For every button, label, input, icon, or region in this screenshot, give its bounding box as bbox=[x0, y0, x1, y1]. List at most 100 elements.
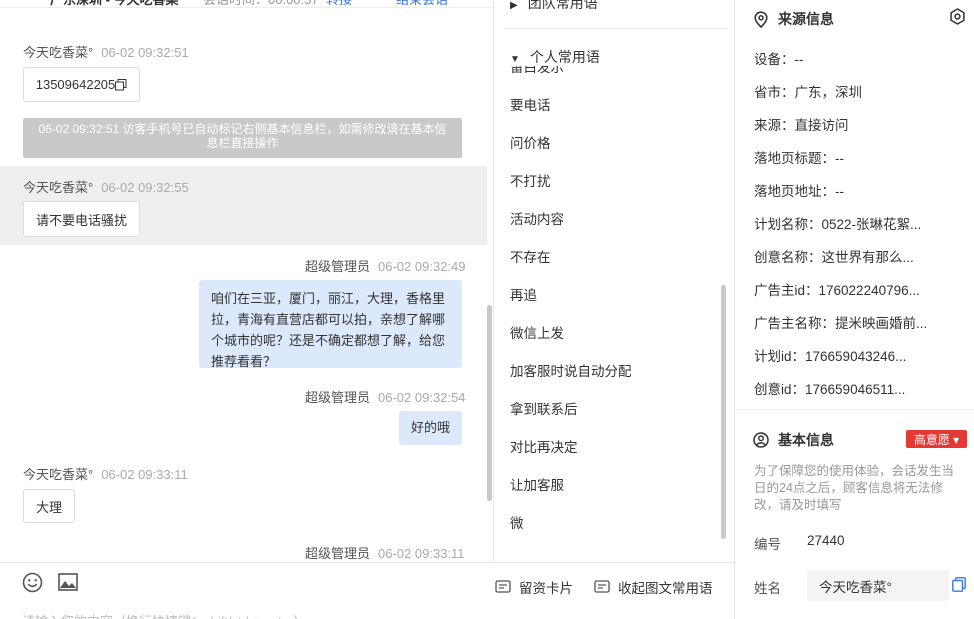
chat-messages[interactable]: 今天吃香菜° 06-02 09:32:51 13509642205 06-02 0… bbox=[0, 8, 487, 562]
message-text: 大理 bbox=[35, 499, 62, 515]
phrase-item[interactable]: 不打扰 bbox=[510, 170, 551, 190]
lead-card-button[interactable]: 留资卡片 bbox=[495, 577, 573, 597]
message-bubble[interactable]: 大理 bbox=[23, 489, 75, 523]
emoji-icon[interactable] bbox=[22, 572, 43, 593]
info-value: 176659046511... bbox=[805, 382, 906, 397]
team-phrases-group[interactable]: ▶ 团队常用语 bbox=[510, 0, 598, 13]
phrase-item[interactable]: 微信上发 bbox=[510, 322, 564, 342]
message-time: 06-02 09:32:55 bbox=[101, 180, 189, 195]
message-text: 咱们在三亚，厦门，丽江，大理，香格里拉，青海有直营店都可以拍，亲想了解哪个城市的… bbox=[211, 291, 446, 369]
phrase-item[interactable]: 让加客服 bbox=[510, 474, 564, 494]
chat-header: ▭ 广东深圳 - 今天吃香菜° 会话时间：00:00:57 转接 结束会话 bbox=[0, 0, 494, 8]
monitor-icon: ▭ bbox=[24, 0, 36, 5]
info-label: 省市： bbox=[754, 85, 795, 100]
message-bubble-phone[interactable]: 13509642205 bbox=[23, 67, 140, 102]
card-icon bbox=[594, 580, 610, 593]
number-label: 编号 bbox=[754, 537, 781, 552]
phrase-item[interactable]: 拿到联系后 bbox=[510, 398, 578, 418]
chat-scrollbar[interactable] bbox=[487, 305, 492, 501]
message-meta: 超级管理员 06-02 09:32:54 bbox=[305, 387, 465, 406]
phrase-item[interactable]: 微 bbox=[510, 512, 524, 532]
info-label: 落地页地址： bbox=[754, 184, 835, 199]
sender-name: 今天吃香菜° bbox=[23, 45, 94, 60]
info-value: 176659043246... bbox=[805, 349, 907, 364]
message-meta: 今天吃香菜° 06-02 09:32:55 bbox=[23, 177, 189, 196]
session-time: 会话时间：00:00:57 bbox=[203, 0, 319, 8]
personal-phrases-group[interactable]: ▼ 个人常用语 bbox=[510, 47, 600, 67]
phrase-item[interactable]: 再追 bbox=[510, 284, 537, 304]
message-time: 06-02 09:33:11 bbox=[101, 467, 188, 482]
caret-right-icon: ▶ bbox=[510, 0, 518, 11]
phrase-item-clipped: 留白发示 bbox=[510, 66, 610, 74]
info-value: 提米映画婚前... bbox=[835, 316, 928, 331]
message-meta: 超级管理员 06-02 09:33:11 bbox=[305, 543, 465, 562]
chat-title: 广东深圳 - 今天吃香菜° bbox=[50, 0, 184, 8]
info-row-creative-id: 创意id：176659046511... bbox=[754, 378, 905, 398]
name-field[interactable]: 今天吃香菜° bbox=[807, 570, 949, 601]
system-notice: 06-02 09:32:51 访客手机号已自动标记右侧基本信息栏，如需修改请在基… bbox=[23, 118, 462, 158]
customer-info-panel: 来源信息 设备：-- 省市：广东，深圳 来源：直接访问 落地页标题：-- 落地页… bbox=[735, 0, 974, 619]
transfer-button[interactable]: 转接 bbox=[326, 0, 352, 8]
settings-icon[interactable] bbox=[949, 8, 966, 25]
message-time: 06-02 09:33:11 bbox=[378, 546, 465, 561]
info-row-plan-id: 计划id：176659043246... bbox=[754, 345, 906, 365]
card-icon bbox=[495, 580, 511, 593]
info-row-plan-name: 计划名称：0522-张琳花絮... bbox=[754, 213, 921, 233]
number-value: 27440 bbox=[807, 533, 845, 548]
info-label: 计划名称： bbox=[754, 217, 822, 232]
phrase-label: 留白发示 bbox=[510, 66, 564, 74]
info-value: -- bbox=[835, 184, 844, 199]
copy-icon[interactable] bbox=[115, 78, 127, 91]
info-value: 176022240796... bbox=[818, 283, 920, 298]
phrase-item[interactable]: 活动内容 bbox=[510, 208, 564, 228]
phrase-item[interactable]: 对比再决定 bbox=[510, 436, 578, 456]
message-bubble-agent[interactable]: 咱们在三亚，厦门，丽江，大理，香格里拉，青海有直营店都可以拍，亲想了解哪个城市的… bbox=[199, 280, 462, 369]
message-text: 请不要电话骚扰 bbox=[35, 212, 127, 228]
message-time: 06-02 09:32:49 bbox=[378, 259, 466, 274]
phrase-item[interactable]: 要电话 bbox=[510, 94, 551, 114]
info-value: -- bbox=[835, 151, 844, 166]
end-session-button[interactable]: 结束会话 bbox=[396, 0, 448, 8]
info-row-advertiser-id: 广告主id：176022240796... bbox=[754, 279, 920, 299]
message-meta: 今天吃香菜° 06-02 09:33:11 bbox=[23, 464, 188, 483]
message-meta: 超级管理员 06-02 09:32:49 bbox=[305, 256, 465, 275]
message-text: 好的哦 bbox=[410, 420, 450, 435]
message-meta: 今天吃香菜° 06-02 09:32:51 bbox=[23, 42, 189, 61]
phrases-scrollbar[interactable] bbox=[721, 285, 726, 539]
collapse-phrases-label: 收起图文常用语 bbox=[618, 581, 713, 596]
phrase-item[interactable]: 问价格 bbox=[510, 132, 551, 152]
phrase-item[interactable]: 不存在 bbox=[510, 246, 551, 266]
source-info-header: 来源信息 bbox=[753, 9, 834, 29]
message-input[interactable]: 请输入您的内容（换行快捷键：shift/ctrl + enter） bbox=[22, 611, 306, 619]
workspace: ▭ 广东深圳 - 今天吃香菜° 会话时间：00:00:57 转接 结束会话 今天… bbox=[0, 0, 974, 619]
lead-card-label: 留资卡片 bbox=[519, 581, 573, 596]
message-bubble-agent[interactable]: 好的哦 bbox=[399, 411, 462, 445]
info-value: 0522-张琳花絮... bbox=[821, 217, 922, 232]
message-time: 06-02 09:32:54 bbox=[378, 390, 466, 405]
info-label: 来源： bbox=[754, 118, 795, 133]
message-bubble[interactable]: 请不要电话骚扰 bbox=[23, 201, 140, 237]
image-icon[interactable] bbox=[58, 573, 78, 591]
message-text: 13509642205 bbox=[35, 77, 116, 92]
collapse-phrases-button[interactable]: 收起图文常用语 bbox=[594, 577, 713, 597]
info-value: 广东，深圳 bbox=[794, 85, 863, 100]
info-row-landing-url: 落地页地址：-- bbox=[754, 180, 844, 200]
intent-level-dropdown[interactable]: 高意愿 ▾ bbox=[906, 430, 967, 448]
info-label: 落地页标题： bbox=[754, 151, 835, 166]
name-label: 姓名 bbox=[754, 581, 781, 596]
basic-info-header: 基本信息 bbox=[753, 430, 834, 450]
info-label: 创意id： bbox=[754, 382, 806, 397]
info-row-source: 来源：直接访问 bbox=[754, 114, 849, 134]
sender-name: 今天吃香菜° bbox=[23, 467, 94, 482]
info-label: 广告主id： bbox=[754, 283, 819, 298]
info-label: 创意名称： bbox=[754, 250, 822, 265]
phrase-item[interactable]: 加客服时说自动分配 bbox=[510, 360, 632, 380]
copy-icon[interactable] bbox=[952, 577, 966, 592]
info-row-creative-name: 创意名称：这世界有那么... bbox=[754, 246, 914, 266]
section-title: 来源信息 bbox=[778, 11, 834, 27]
edit-deadline-note: 为了保障您的使用体验，会话发生当日的24点之后，顾客信息将无法修改，请及时填写 bbox=[754, 464, 955, 512]
group-label: 团队常用语 bbox=[527, 0, 598, 11]
sender-name: 超级管理员 bbox=[305, 259, 371, 274]
info-label: 设备： bbox=[754, 52, 795, 67]
divider bbox=[735, 409, 974, 410]
